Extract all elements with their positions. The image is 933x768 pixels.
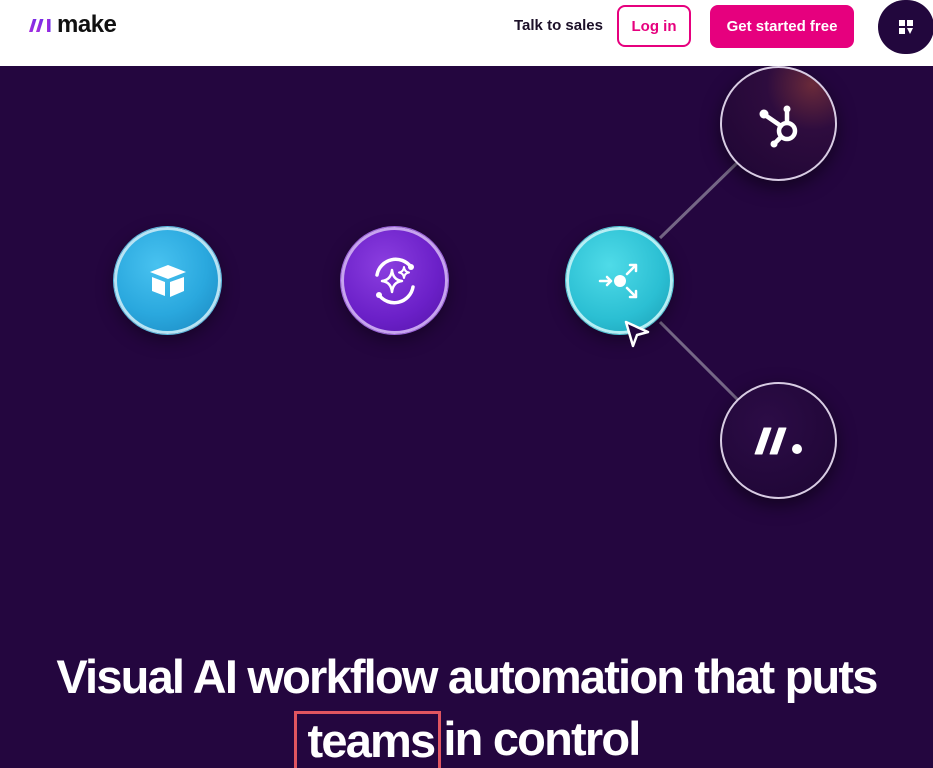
hero-section: Visual AI workflow automation that puts … bbox=[0, 66, 933, 768]
hubspot-icon bbox=[759, 105, 797, 147]
airtable-node[interactable] bbox=[114, 227, 221, 334]
headline-line-1: Visual AI workflow automation that puts bbox=[56, 650, 878, 703]
hero-headline: Visual AI workflow automation that puts … bbox=[0, 646, 933, 768]
airtable-icon bbox=[149, 264, 186, 297]
headline-line-2: teams in control bbox=[293, 708, 641, 768]
connector-line bbox=[658, 160, 740, 240]
get-started-button[interactable]: Get started free bbox=[710, 5, 854, 48]
make-logo-icon bbox=[29, 18, 51, 32]
connector-line bbox=[658, 320, 740, 402]
headline-line-2-rest: in control bbox=[443, 712, 641, 765]
ai-sparkle-icon bbox=[374, 257, 415, 304]
router-icon bbox=[598, 263, 637, 298]
make-icon bbox=[754, 427, 802, 454]
grid-menu-icon bbox=[899, 20, 913, 34]
site-header: make Talk to sales Log in Get started fr… bbox=[0, 0, 933, 66]
ai-agent-node[interactable] bbox=[341, 227, 448, 334]
hubspot-node[interactable] bbox=[720, 66, 837, 181]
cursor-pointer-icon bbox=[624, 320, 650, 348]
menu-button[interactable] bbox=[878, 0, 933, 54]
login-button[interactable]: Log in bbox=[617, 5, 691, 47]
headline-highlight-word: teams bbox=[293, 711, 442, 768]
make-node[interactable] bbox=[720, 382, 837, 499]
talk-to-sales-link[interactable]: Talk to sales bbox=[514, 16, 603, 36]
make-logo[interactable]: make bbox=[29, 11, 117, 39]
logo-text: make bbox=[57, 11, 117, 38]
